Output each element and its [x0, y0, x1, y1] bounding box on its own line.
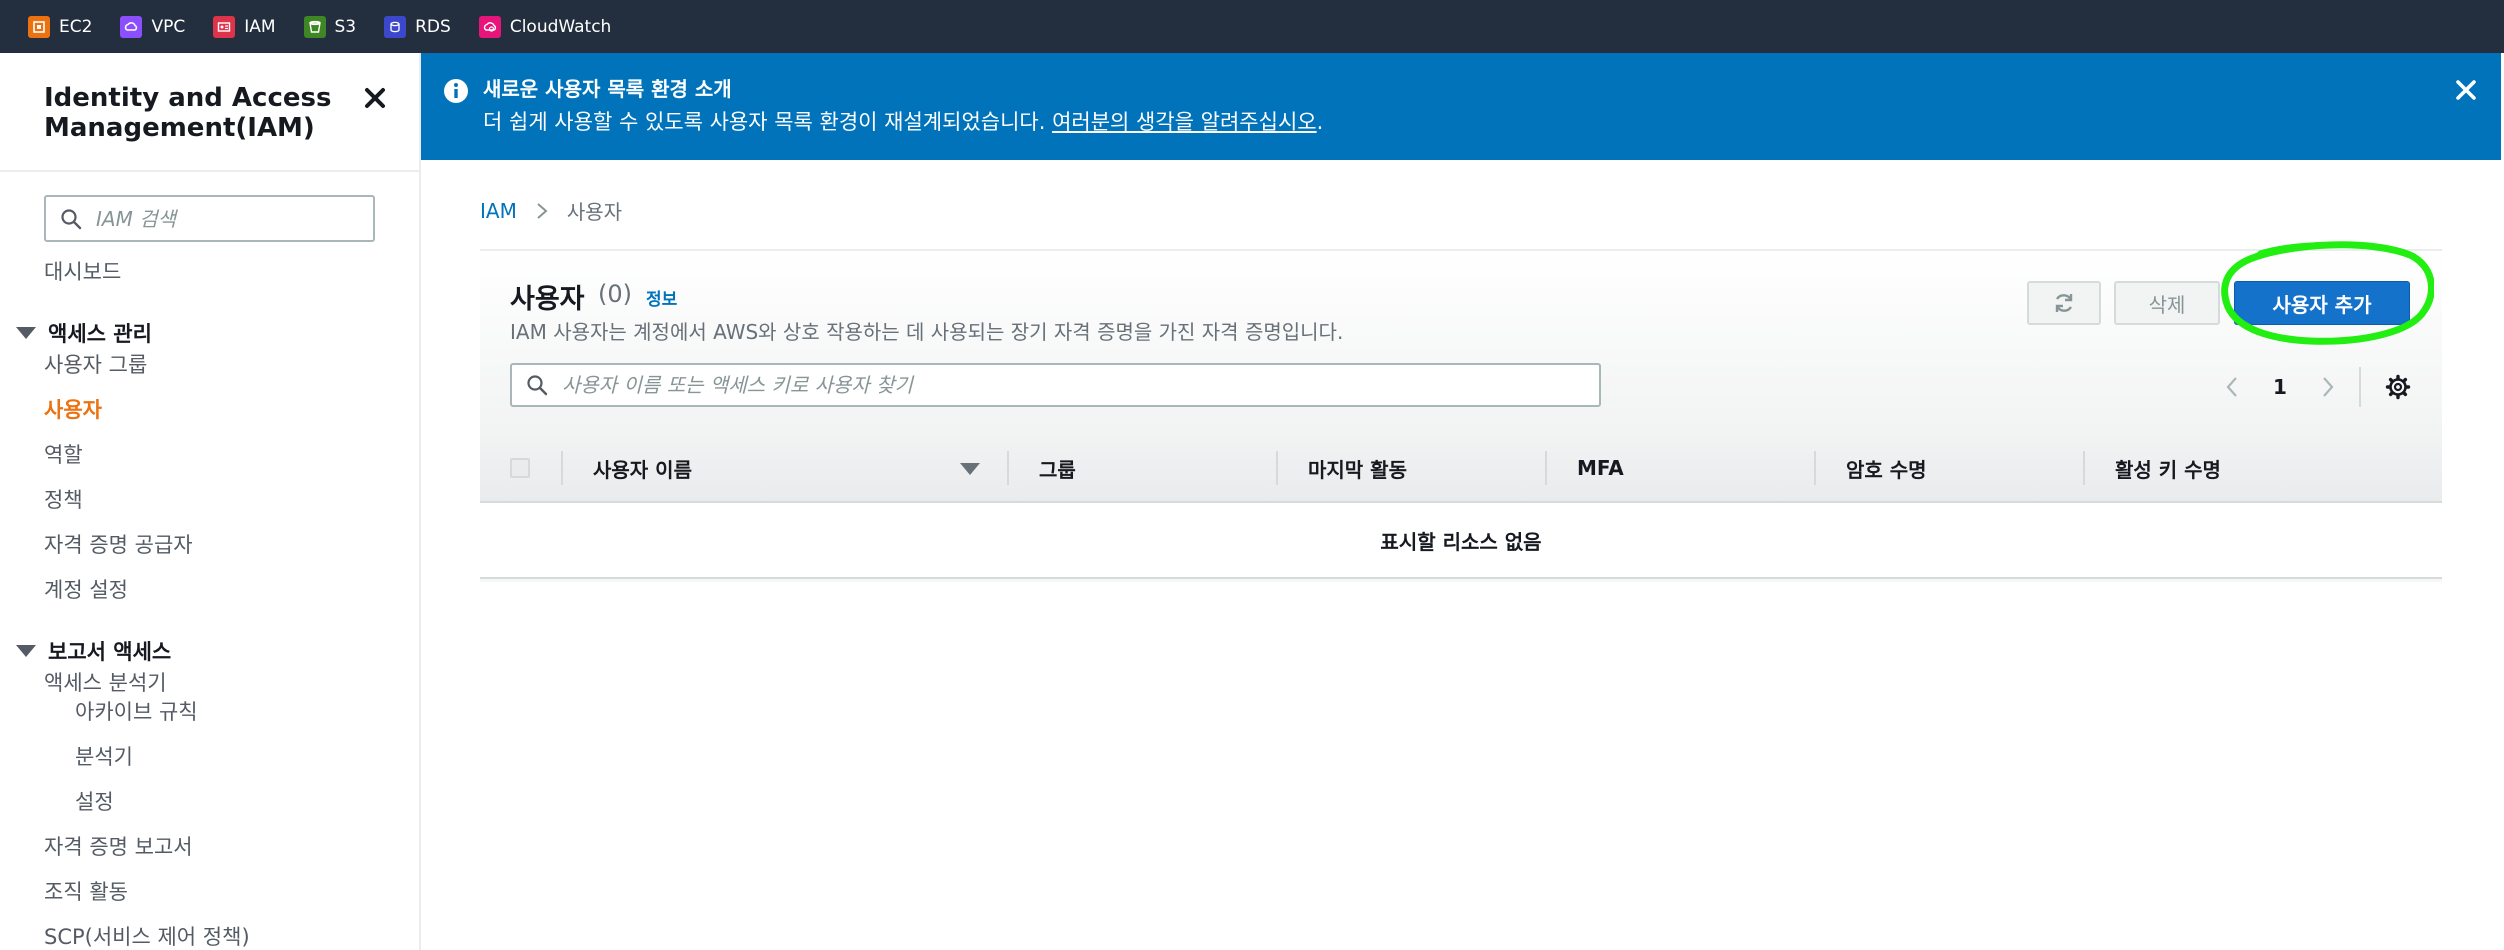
- sidebar-section-label: 보고서 액세스: [48, 640, 172, 664]
- info-flash-banner: 새로운 사용자 목록 환경 소개 더 쉽게 사용할 수 있도록 사용자 목록 환…: [421, 53, 2501, 160]
- favorite-label: EC2: [59, 16, 93, 37]
- sidebar-divider: [0, 170, 419, 172]
- sidebar-item-scp[interactable]: SCP(서비스 제어 정책): [44, 921, 250, 950]
- sidebar-item-user-groups[interactable]: 사용자 그룹: [44, 349, 147, 379]
- info-link[interactable]: 정보: [646, 285, 677, 310]
- chevron-left-icon[interactable]: [2225, 375, 2239, 399]
- column-divider: [1276, 451, 1278, 485]
- sidebar-item-organization-activity[interactable]: 조직 활동: [44, 876, 128, 906]
- chevron-right-icon: [537, 202, 548, 219]
- favorite-label: S3: [334, 16, 357, 37]
- close-icon[interactable]: [362, 85, 388, 111]
- sidebar-section-label: 액세스 관리: [48, 322, 152, 346]
- add-user-button[interactable]: 사용자 추가: [2234, 281, 2410, 325]
- rds-icon: [384, 15, 407, 38]
- pagination: 1: [2225, 367, 2411, 407]
- feedback-link[interactable]: 여러분의 생각을 알려주십시오: [1052, 110, 1317, 134]
- sidebar-item-users[interactable]: 사용자: [44, 394, 102, 424]
- refresh-button[interactable]: [2027, 281, 2101, 325]
- sidebar-section-access-reports[interactable]: 보고서 액세스: [16, 636, 171, 666]
- flash-message: 더 쉽게 사용할 수 있도록 사용자 목록 환경이 재설계되었습니다. 여러분의…: [483, 106, 1323, 136]
- close-icon[interactable]: [2453, 77, 2479, 103]
- favorite-cloudwatch[interactable]: CloudWatch: [478, 15, 612, 38]
- favorite-rds[interactable]: RDS: [384, 15, 451, 38]
- column-header-password-age[interactable]: 암호 수명: [1846, 433, 1927, 503]
- table-header: 사용자 이름 그룹 마지막 활동 MFA 암호 수명 활성 키 수명: [480, 433, 2442, 503]
- sidebar-item-dashboard[interactable]: 대시보드: [44, 256, 121, 286]
- favorites-bar: EC2 VPC IAM S3 RDS CloudWatch: [0, 0, 2504, 53]
- favorite-s3[interactable]: S3: [303, 15, 357, 38]
- column-divider: [561, 451, 563, 485]
- info-icon: [444, 79, 468, 103]
- page-title: 사용자: [510, 284, 585, 315]
- sidebar-item-analyzer-settings[interactable]: 설정: [75, 786, 114, 816]
- column-divider: [2083, 451, 2085, 485]
- chevron-right-icon[interactable]: [2321, 375, 2335, 399]
- search-icon: [61, 208, 82, 229]
- empty-state: 표시할 리소스 없음: [480, 503, 2442, 579]
- favorite-label: RDS: [415, 16, 451, 37]
- sidebar-item-roles[interactable]: 역할: [44, 439, 83, 469]
- column-header-active-key-age[interactable]: 활성 키 수명: [2115, 433, 2221, 503]
- flash-suffix: .: [1316, 110, 1324, 134]
- users-table-container: 사용자 (0) 정보 IAM 사용자는 계정에서 AWS와 상호 작용하는 데 …: [480, 241, 2442, 582]
- column-divider: [1007, 451, 1009, 485]
- users-description: IAM 사용자는 계정에서 AWS와 상호 작용하는 데 사용되는 장기 자격 …: [510, 320, 1344, 344]
- sidebar-section-access-management[interactable]: 액세스 관리: [16, 318, 152, 348]
- sidebar-item-archive-rules[interactable]: 아카이브 규칙: [75, 696, 198, 726]
- pagination-divider: [2358, 367, 2361, 407]
- sidebar-item-identity-providers[interactable]: 자격 증명 공급자: [44, 529, 193, 559]
- column-header-last-activity[interactable]: 마지막 활동: [1308, 433, 1407, 503]
- sidebar-item-access-analyzer[interactable]: 액세스 분석기: [44, 667, 167, 697]
- page-number[interactable]: 1: [2273, 375, 2287, 399]
- sidebar-item-analyzers[interactable]: 분석기: [75, 741, 133, 771]
- favorite-ec2[interactable]: EC2: [28, 15, 93, 38]
- users-search[interactable]: [510, 363, 1601, 407]
- sidebar-item-account-settings[interactable]: 계정 설정: [44, 574, 128, 604]
- flash-title: 새로운 사용자 목록 환경 소개: [483, 77, 732, 101]
- vpc-icon: [120, 15, 143, 38]
- users-count: (0): [598, 280, 632, 308]
- column-divider: [1814, 451, 1816, 485]
- cloudwatch-icon: [478, 15, 501, 38]
- s3-icon: [303, 15, 326, 38]
- column-header-username[interactable]: 사용자 이름: [593, 433, 692, 503]
- delete-button[interactable]: 삭제: [2114, 281, 2220, 325]
- sidebar-title: Identity and Access Management(IAM): [44, 83, 332, 143]
- iam-icon: [213, 15, 236, 38]
- gear-icon[interactable]: [2385, 374, 2411, 400]
- refresh-icon: [2055, 294, 2073, 312]
- flash-text: 더 쉽게 사용할 수 있도록 사용자 목록 환경이 재설계되었습니다.: [483, 110, 1053, 134]
- users-panel-header: 사용자 (0) 정보 IAM 사용자는 계정에서 AWS와 상호 작용하는 데 …: [480, 241, 2442, 433]
- breadcrumb: IAM 사용자: [480, 196, 622, 225]
- select-all-checkbox[interactable]: [510, 458, 530, 478]
- breadcrumb-iam[interactable]: IAM: [480, 199, 517, 223]
- caret-down-icon: [16, 645, 36, 657]
- sidebar-item-policies[interactable]: 정책: [44, 484, 83, 514]
- ec2-icon: [28, 15, 50, 38]
- sidebar-search[interactable]: [44, 195, 375, 242]
- column-divider: [1545, 451, 1547, 485]
- column-header-groups[interactable]: 그룹: [1039, 433, 1076, 503]
- favorite-vpc[interactable]: VPC: [120, 15, 186, 38]
- sidebar-item-credential-report[interactable]: 자격 증명 보고서: [44, 831, 193, 861]
- caret-down-icon: [16, 327, 36, 339]
- sidebar: Identity and Access Management(IAM) 대시보드…: [0, 53, 421, 950]
- users-search-input[interactable]: [562, 373, 1562, 397]
- sidebar-search-input[interactable]: [96, 206, 346, 231]
- sort-down-icon[interactable]: [960, 463, 980, 475]
- column-header-mfa[interactable]: MFA: [1577, 433, 1624, 503]
- favorite-label: VPC: [151, 16, 186, 37]
- favorite-label: IAM: [244, 16, 276, 37]
- breadcrumb-current: 사용자: [566, 200, 623, 224]
- favorite-label: CloudWatch: [509, 16, 612, 37]
- search-icon: [527, 375, 548, 396]
- favorite-iam[interactable]: IAM: [213, 15, 276, 38]
